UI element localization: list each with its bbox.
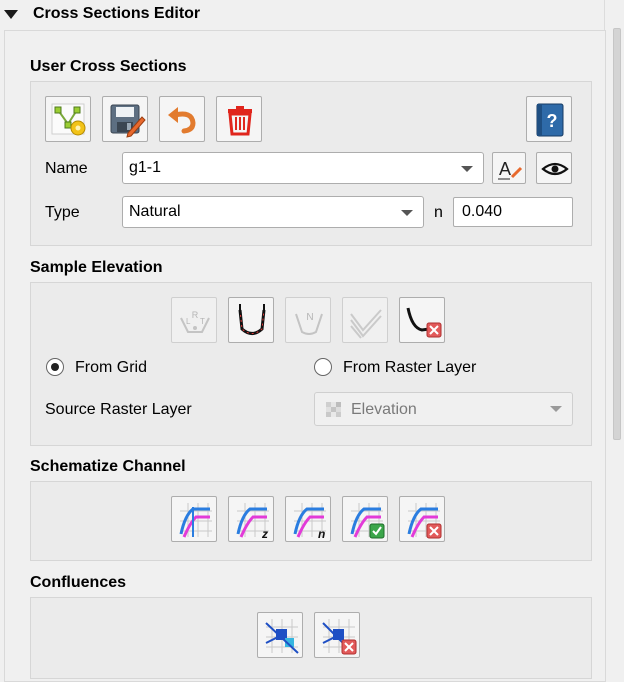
manning-n-field[interactable] <box>453 197 573 227</box>
name-combobox-value: g1-1 <box>129 159 162 176</box>
schematize-accept-icon <box>350 503 385 539</box>
schematize-channel-title: Schematize Channel <box>30 458 186 475</box>
chevron-down-icon <box>401 210 413 216</box>
n-label: n <box>434 204 443 221</box>
svg-text:?: ? <box>547 111 558 131</box>
collapse-triangle-icon[interactable] <box>4 10 18 19</box>
delete-button[interactable] <box>216 96 262 142</box>
schematize-delete-icon <box>407 503 442 539</box>
name-combobox[interactable]: g1-1 <box>122 152 484 184</box>
confluence-button[interactable] <box>257 612 303 658</box>
from-raster-layer-radio[interactable] <box>314 358 332 376</box>
schematize-button[interactable] <box>171 496 217 542</box>
name-label: Name <box>45 160 88 177</box>
rename-icon: A <box>498 159 523 180</box>
schematize-manning-button[interactable]: n <box>285 496 331 542</box>
radio-dot <box>51 363 59 371</box>
confluences-title: Confluences <box>30 574 127 591</box>
help-book-icon: ? <box>536 103 564 137</box>
clear-profile-icon <box>406 307 442 338</box>
schematize-accept-button[interactable] <box>342 496 388 542</box>
svg-text:n: n <box>318 527 325 541</box>
svg-text:A: A <box>499 159 511 179</box>
source-raster-layer-value: Elevation <box>351 401 417 418</box>
sample-n-button[interactable]: N <box>285 297 331 343</box>
svg-text:R: R <box>192 310 199 320</box>
svg-text:L: L <box>186 317 191 326</box>
source-raster-layer-label: Source Raster Layer <box>45 401 192 418</box>
schematize-icon <box>179 503 212 538</box>
svg-text:N: N <box>306 312 313 323</box>
save-button[interactable] <box>102 96 148 142</box>
type-combobox-value: Natural <box>129 203 181 220</box>
trash-icon <box>228 106 252 136</box>
schematize-elevation-button[interactable]: z <box>228 496 274 542</box>
confluences-group <box>30 597 592 679</box>
sample-n-icon: N <box>295 312 323 335</box>
sample-rbt-button[interactable]: R L T <box>171 297 217 343</box>
delete-confluence-icon <box>322 619 357 655</box>
rename-button[interactable]: A <box>492 152 526 184</box>
source-raster-layer-combobox[interactable]: Elevation <box>314 392 573 426</box>
type-combobox[interactable]: Natural <box>122 196 424 228</box>
type-label: Type <box>45 204 80 221</box>
svg-text:T: T <box>200 317 205 326</box>
schematize-elevation-icon: z <box>236 503 269 541</box>
digitize-cross-section-icon <box>51 103 86 136</box>
eye-icon <box>541 162 569 176</box>
panel-title: Cross Sections Editor <box>33 5 201 22</box>
user-cross-sections-title: User Cross Sections <box>30 58 187 75</box>
help-button[interactable]: ? <box>526 96 572 142</box>
from-raster-layer-label[interactable]: From Raster Layer <box>343 359 476 377</box>
from-grid-radio[interactable] <box>46 358 64 376</box>
save-icon <box>110 104 146 138</box>
raster-layer-icon <box>326 402 341 417</box>
panel-header[interactable]: Cross Sections Editor <box>0 0 604 30</box>
sample-rbt-icon: R L T <box>180 310 210 333</box>
confluence-icon <box>265 619 299 654</box>
schematize-manning-icon: n <box>293 503 326 541</box>
sample-multi-line-button[interactable] <box>342 297 388 343</box>
scrollbar-thumb[interactable] <box>613 28 621 440</box>
undo-icon <box>168 107 196 134</box>
undo-button[interactable] <box>159 96 205 142</box>
sample-multi-line-icon <box>350 309 382 339</box>
svg-text:z: z <box>261 527 268 541</box>
from-grid-label[interactable]: From Grid <box>75 359 147 377</box>
chevron-down-icon <box>461 166 473 172</box>
digitize-cross-section-button[interactable] <box>45 96 91 142</box>
manning-n-input[interactable] <box>462 203 562 221</box>
schematize-delete-button[interactable] <box>399 496 445 542</box>
sample-elevation-title: Sample Elevation <box>30 259 163 276</box>
chevron-down-icon <box>550 406 562 412</box>
view-button[interactable] <box>536 152 572 184</box>
sample-along-line-icon <box>238 304 266 335</box>
clear-elevation-button[interactable] <box>399 297 445 343</box>
sample-along-line-button[interactable] <box>228 297 274 343</box>
delete-confluence-button[interactable] <box>314 612 360 658</box>
